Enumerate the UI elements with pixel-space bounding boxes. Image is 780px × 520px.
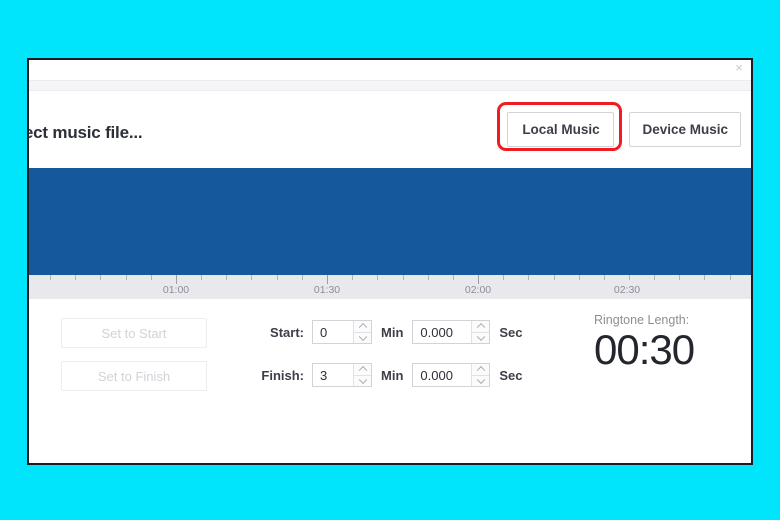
desktop-background: × Select music file... Text Tone(30 secs… <box>0 0 780 520</box>
finish-seconds-stepper[interactable]: 0.000 <box>412 363 491 387</box>
ruler-minor-tick <box>604 275 605 280</box>
start-minutes-value[interactable]: 0 <box>313 321 353 343</box>
start-seconds-unit: Sec <box>499 324 523 340</box>
finish-minutes-increment-icon[interactable] <box>354 364 371 376</box>
ruler-minor-tick <box>428 275 429 280</box>
ruler-minor-tick <box>251 275 252 280</box>
audio-waveform[interactable] <box>29 168 751 275</box>
finish-minutes-stepper[interactable]: 3 <box>312 363 372 387</box>
ringtone-maker-window: × Select music file... Text Tone(30 secs… <box>27 58 753 465</box>
set-to-finish-button[interactable]: Set to Finish <box>61 361 207 391</box>
ringtone-length-value: 00:30 <box>594 326 695 373</box>
ruler-major-tick <box>176 275 177 284</box>
local-music-button[interactable]: Local Music <box>507 112 615 147</box>
set-to-start-button[interactable]: Set to Start <box>61 318 207 348</box>
finish-seconds-unit: Sec <box>499 367 523 383</box>
start-minutes-unit: Min <box>381 324 404 340</box>
ruler-label: 02:00 <box>464 284 492 296</box>
header-row: Select music file... Text Tone(30 secs) … <box>29 91 751 188</box>
finish-minutes-decrement-icon[interactable] <box>354 375 371 386</box>
set-marker-buttons: Set to Start Set to Finish <box>61 318 207 391</box>
timeline-ruler[interactable]: 01:00 01:30 02:00 02:30 <box>29 275 751 299</box>
waveform-area: 01:00 01:30 02:00 02:30 <box>29 168 751 299</box>
ruler-minor-tick <box>277 275 278 280</box>
ruler-minor-tick <box>730 275 731 280</box>
ruler-minor-tick <box>453 275 454 280</box>
ruler-minor-tick <box>126 275 127 280</box>
start-minutes-arrows <box>353 321 371 343</box>
ruler-minor-tick <box>579 275 580 280</box>
finish-seconds-increment-icon[interactable] <box>472 364 490 376</box>
controls-area: Set to Start Set to Finish Start: 0 Min <box>29 299 751 430</box>
window-titlebar: × <box>29 60 751 80</box>
ruler-label: 01:00 <box>162 284 190 296</box>
ruler-minor-tick <box>403 275 404 280</box>
toolbar-divider <box>29 80 751 91</box>
ruler-minor-tick <box>679 275 680 280</box>
ruler-minor-tick <box>201 275 202 280</box>
ruler-minor-tick <box>654 275 655 280</box>
ruler-minor-tick <box>629 275 630 280</box>
start-seconds-increment-icon[interactable] <box>472 321 490 333</box>
ruler-minor-tick <box>50 275 51 280</box>
ruler-major-tick <box>327 275 328 284</box>
ringtone-length-panel: Ringtone Length: 00:30 <box>594 313 695 373</box>
start-minutes-decrement-icon[interactable] <box>354 332 371 343</box>
close-icon[interactable]: × <box>732 61 746 75</box>
ruler-major-tick <box>478 275 479 284</box>
finish-minutes-value[interactable]: 3 <box>313 364 353 386</box>
finish-minutes-arrows <box>353 364 371 386</box>
ruler-minor-tick <box>75 275 76 280</box>
music-source-buttons: Local Music Device Music <box>507 112 741 147</box>
ruler-minor-tick <box>704 275 705 280</box>
start-seconds-arrows <box>471 321 490 343</box>
start-time-row: Start: 0 Min 0.000 Sec <box>244 317 532 347</box>
ringtone-length-label: Ringtone Length: <box>594 313 690 327</box>
start-seconds-decrement-icon[interactable] <box>472 332 490 343</box>
ruler-minor-tick <box>100 275 101 280</box>
finish-seconds-decrement-icon[interactable] <box>472 375 490 386</box>
start-minutes-stepper[interactable]: 0 <box>312 320 372 344</box>
time-fields: Start: 0 Min 0.000 Sec Finish: 3 Min 0.0… <box>244 317 532 390</box>
ruler-label: 01:30 <box>313 284 341 296</box>
ruler-minor-tick <box>302 275 303 280</box>
finish-seconds-arrows <box>471 364 490 386</box>
start-minutes-increment-icon[interactable] <box>354 321 371 333</box>
ruler-minor-tick <box>528 275 529 280</box>
device-music-button[interactable]: Device Music <box>629 112 741 147</box>
ruler-minor-tick <box>151 275 152 280</box>
finish-minutes-unit: Min <box>381 367 404 383</box>
ruler-minor-tick <box>352 275 353 280</box>
page-title: Select music file... <box>29 123 143 142</box>
finish-time-row: Finish: 3 Min 0.000 Sec <box>244 360 532 390</box>
ruler-label: 02:30 <box>613 284 641 296</box>
start-label: Start: <box>270 324 304 340</box>
ruler-minor-tick <box>503 275 504 280</box>
ruler-minor-tick <box>377 275 378 280</box>
ruler-minor-tick <box>554 275 555 280</box>
start-seconds-value[interactable]: 0.000 <box>413 321 471 343</box>
ruler-minor-tick <box>226 275 227 280</box>
finish-label: Finish: <box>261 367 304 383</box>
start-seconds-stepper[interactable]: 0.000 <box>412 320 491 344</box>
finish-seconds-value[interactable]: 0.000 <box>413 364 471 386</box>
